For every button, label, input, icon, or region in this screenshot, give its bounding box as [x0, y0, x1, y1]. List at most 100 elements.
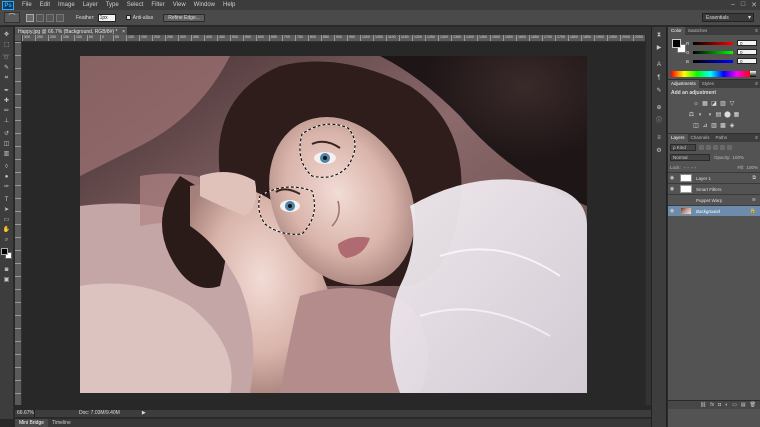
refine-edge-button[interactable]: Refine Edge... [163, 13, 205, 22]
clone-source-panel-icon[interactable]: ⊕ [654, 104, 664, 113]
screen-mode-icon[interactable]: ▣ [2, 276, 12, 284]
quick-select-tool-icon[interactable]: ✎ [2, 64, 12, 72]
anti-alias-checkbox[interactable]: Anti-alias [125, 15, 153, 21]
subtract-selection-mode-button[interactable] [46, 13, 54, 22]
document-canvas[interactable] [80, 56, 587, 393]
panel-menu-icon[interactable]: ≡ [755, 134, 758, 142]
new-group-icon[interactable]: ▭ [732, 402, 737, 408]
tab-channels[interactable]: Channels [688, 134, 713, 142]
close-window-button[interactable]: ✕ [751, 1, 757, 9]
intersect-selection-mode-button[interactable] [56, 13, 64, 22]
adjustment-icon[interactable]: ◫ [693, 123, 700, 130]
menu-select[interactable]: Select [123, 0, 148, 10]
add-mask-icon[interactable]: ◘ [718, 402, 721, 408]
adjustment-icon[interactable]: ⚖ [688, 112, 695, 119]
channel-slider[interactable] [693, 41, 733, 45]
tab-adjustments[interactable]: Adjustments [668, 80, 699, 88]
info-panel-icon[interactable]: ⓘ [654, 117, 664, 126]
channel-slider[interactable] [693, 59, 733, 63]
dodge-tool-icon[interactable]: ● [2, 173, 12, 181]
actions-panel-icon[interactable]: ▶ [654, 44, 664, 53]
color-panel-swatches[interactable] [672, 39, 686, 53]
adjustment-filter-icon[interactable] [706, 144, 711, 150]
adjustment-icon[interactable]: ▦ [733, 112, 740, 119]
eye-icon[interactable]: ◉ [668, 208, 676, 214]
minimize-button[interactable]: – [731, 1, 735, 9]
zoom-level-field[interactable]: 66.67% [15, 410, 35, 417]
channel-value-input[interactable]: 0 [737, 40, 757, 46]
layer-options-icon[interactable]: ⧉ [752, 175, 756, 181]
type-tool-icon[interactable]: T [2, 196, 12, 204]
gradient-tool-icon[interactable]: ▥ [2, 150, 12, 158]
menu-image[interactable]: Image [54, 0, 79, 10]
adjustment-icon[interactable]: ▩ [720, 123, 727, 130]
tab-color[interactable]: Color [668, 27, 685, 35]
tab-layers[interactable]: Layers [668, 134, 688, 142]
add-selection-mode-button[interactable] [36, 13, 44, 22]
eye-icon[interactable]: ◉ [668, 186, 676, 192]
tab-timeline[interactable]: Timeline [48, 419, 75, 427]
clone-stamp-tool-icon[interactable]: ⊥ [2, 117, 12, 125]
adjustment-layer-icon[interactable]: ◐ [725, 402, 728, 408]
menu-view[interactable]: View [169, 0, 190, 10]
shape-filter-icon[interactable] [720, 144, 725, 150]
type-filter-icon[interactable] [713, 144, 718, 150]
tab-swatches[interactable]: Swatches [685, 27, 711, 35]
properties-panel-icon[interactable]: ≡ [654, 134, 664, 143]
menu-edit[interactable]: Edit [36, 0, 54, 10]
lasso-tool-icon[interactable]: ➰ [2, 54, 12, 62]
horizontal-ruler[interactable]: 300 250 200 150 100 50 0 50 100 150 200 250 300 350 40… [22, 35, 645, 42]
adjustment-icon[interactable]: ▽ [729, 101, 736, 108]
adjustment-icon[interactable]: ◈ [729, 123, 736, 130]
brush-tool-icon[interactable]: ✏ [2, 107, 12, 115]
layer-options-icon[interactable]: ≋ [752, 197, 756, 203]
smart-object-filter-icon[interactable] [727, 144, 732, 150]
tab-paths[interactable]: Paths [713, 134, 731, 142]
document-tab[interactable]: Happy.jpg @ 66.7% (Background, RGB/8#) *… [15, 27, 127, 35]
character-panel-icon[interactable]: A [654, 61, 664, 70]
lock-icons[interactable]: ▫▫▫▫ [684, 165, 698, 170]
adjustment-icon[interactable]: ◐ [697, 112, 704, 119]
blend-mode-select[interactable]: Normal [670, 153, 710, 161]
brush-panel-icon[interactable]: ✎ [654, 87, 664, 96]
hand-tool-icon[interactable]: ✋ [2, 226, 12, 234]
layer-row[interactable]: ◉ Smart Filters [668, 183, 760, 194]
eyedropper-tool-icon[interactable]: ✒ [2, 87, 12, 95]
new-layer-icon[interactable]: ▤ [741, 402, 746, 408]
zoom-tool-icon[interactable]: ⌕ [2, 236, 12, 244]
foreground-background-colors[interactable] [0, 248, 13, 260]
adjustment-icon[interactable]: ▦ [702, 101, 709, 108]
adjustment-icon[interactable]: ▥ [711, 123, 718, 130]
lock-icon[interactable]: 🔒 [750, 208, 756, 214]
tab-styles[interactable]: Styles [699, 80, 717, 88]
tab-mini-bridge[interactable]: Mini Bridge [15, 419, 49, 427]
menu-file[interactable]: File [18, 0, 36, 10]
canvas-area[interactable] [22, 42, 645, 405]
path-select-tool-icon[interactable]: ➤ [2, 206, 12, 214]
adjustment-icon[interactable]: ⊿ [702, 123, 709, 130]
crop-tool-icon[interactable]: ⌗ [2, 74, 12, 82]
adjustment-icon[interactable]: ▨ [720, 101, 727, 108]
layer-row[interactable]: ◉ Background 🔒 [668, 205, 760, 216]
channel-value-input[interactable]: 0 [737, 49, 757, 55]
adjustment-icon[interactable]: ☼ [693, 101, 700, 108]
opacity-value[interactable]: 100% [733, 155, 745, 160]
channel-value-input[interactable]: 0 [737, 58, 757, 64]
menu-type[interactable]: Type [102, 0, 123, 10]
black-white-ramp[interactable] [750, 71, 756, 77]
healing-brush-tool-icon[interactable]: ✚ [2, 97, 12, 105]
history-panel-icon[interactable]: ⧗ [654, 31, 664, 40]
adjustment-icon[interactable]: ⬤ [724, 112, 731, 119]
layer-kind-filter[interactable]: ρ Kind [670, 143, 696, 151]
eraser-tool-icon[interactable]: ◫ [2, 140, 12, 148]
history-brush-tool-icon[interactable]: ↺ [2, 130, 12, 138]
quick-mask-icon[interactable]: ◙ [2, 266, 12, 274]
menu-layer[interactable]: Layer [79, 0, 102, 10]
tool-preset-picker[interactable]: ⌒ [4, 12, 20, 23]
adjustment-icon[interactable]: ◪ [711, 101, 718, 108]
new-selection-mode-button[interactable] [26, 13, 34, 22]
fx-icon[interactable]: fx [710, 402, 714, 408]
foreground-color-swatch[interactable] [672, 39, 681, 48]
layer-row[interactable]: Puppet Warp ≋ [668, 194, 760, 205]
adjustment-icon[interactable]: ◑ [706, 112, 713, 119]
